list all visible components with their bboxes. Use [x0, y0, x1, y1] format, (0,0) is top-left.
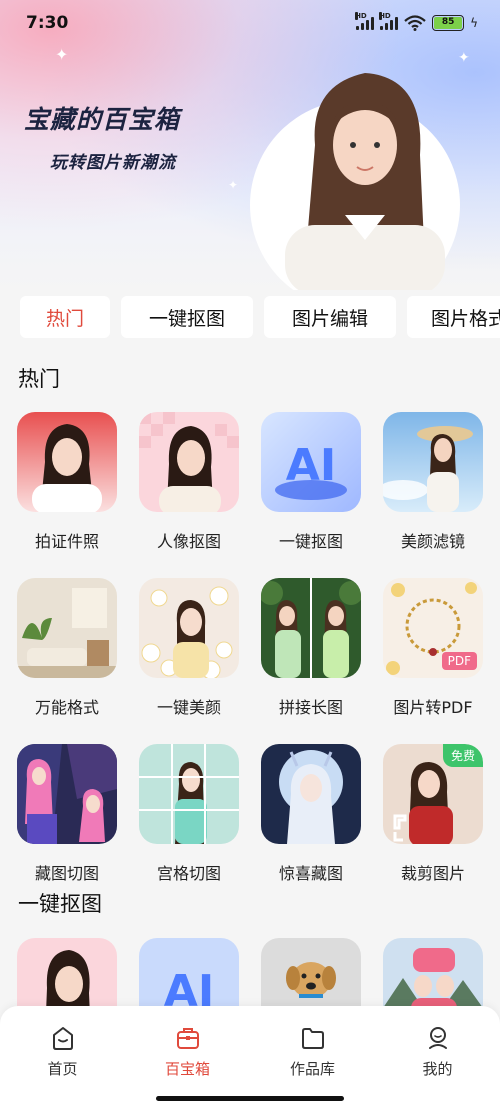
- wifi-icon: [404, 15, 426, 31]
- image-to-pdf-image: PDF: [383, 578, 483, 678]
- home-indicator[interactable]: [156, 1096, 344, 1101]
- tool-id-photo[interactable]: 拍证件照: [17, 412, 117, 552]
- one-click-beauty-image: [139, 578, 239, 678]
- tool-beauty-filter[interactable]: 美颜滤镜: [383, 412, 483, 552]
- charging-icon: ϟ: [470, 16, 478, 30]
- nav-home[interactable]: 首页: [13, 1024, 113, 1079]
- status-icons: HD HD 85 ϟ: [355, 12, 478, 31]
- tool-universal-format[interactable]: 万能格式: [17, 578, 117, 718]
- tab-edit[interactable]: 图片编辑: [264, 296, 396, 338]
- profile-icon: [428, 1027, 447, 1049]
- stitch-long-image: [261, 578, 361, 678]
- universal-format-image: [17, 578, 117, 678]
- free-badge: 免费: [442, 744, 483, 767]
- signal-icon: HD: [355, 12, 375, 30]
- signal-icon-2: HD: [379, 12, 399, 30]
- tab-cutout[interactable]: 一键抠图: [121, 296, 253, 338]
- hidden-cut-image: [17, 744, 117, 844]
- crop-image-thumb: 免费: [383, 744, 483, 844]
- battery-icon: 85: [432, 15, 465, 31]
- tool-grid-cut[interactable]: 宫格切图: [139, 744, 239, 884]
- folder-icon: [301, 1028, 324, 1049]
- surprise-hide-image: [261, 744, 361, 844]
- id-photo-image: [17, 412, 117, 512]
- tab-format[interactable]: 图片格式: [407, 296, 500, 338]
- grid-cut-image: [139, 744, 239, 844]
- nav-profile[interactable]: 我的: [388, 1024, 488, 1079]
- home-icon: [52, 1027, 73, 1050]
- status-time: 7:30: [26, 13, 69, 33]
- status-bar: 7:30 HD HD 85 ϟ: [0, 0, 500, 46]
- hero-banner: 7:30 HD HD 85 ϟ ✦ ✦ ✦ 宝藏的百宝箱 玩转图片新潮流: [0, 0, 500, 290]
- hero-portrait-image: [285, 73, 445, 290]
- sparkle-icon: ✦: [55, 45, 69, 64]
- nav-works[interactable]: 作品库: [263, 1024, 363, 1079]
- category-tabs: 热门 一键抠图 图片编辑 图片格式: [20, 296, 500, 340]
- hot-tools-grid: 拍证件照 人像抠图 AI 一键抠图 美颜滤镜 万能格式 一键美颜 拼接长图 PD…: [17, 412, 483, 884]
- ai-cutout-image: AI: [261, 412, 361, 512]
- tool-image-to-pdf[interactable]: PDF 图片转PDF: [383, 578, 483, 718]
- tool-stitch-long-image[interactable]: 拼接长图: [261, 578, 361, 718]
- sparkle-icon: ✦: [458, 50, 470, 66]
- section-title-cutout: 一键抠图: [18, 892, 102, 916]
- tool-portrait-cutout[interactable]: 人像抠图: [139, 412, 239, 552]
- tool-one-click-beauty[interactable]: 一键美颜: [139, 578, 239, 718]
- beauty-filter-image: [383, 412, 483, 512]
- tool-one-click-cutout[interactable]: AI 一键抠图: [261, 412, 361, 552]
- tab-hot[interactable]: 热门: [20, 296, 110, 338]
- section-title-hot: 热门: [18, 367, 60, 391]
- hero-title: 宝藏的百宝箱: [24, 105, 181, 134]
- tool-surprise-hide[interactable]: 惊喜藏图: [261, 744, 361, 884]
- hero-subtitle: 玩转图片新潮流: [50, 153, 176, 173]
- tool-crop-image[interactable]: 免费 裁剪图片: [383, 744, 483, 884]
- sparkle-icon: ✦: [228, 178, 239, 192]
- nav-toolbox[interactable]: 百宝箱: [138, 1024, 238, 1079]
- tool-hidden-cut[interactable]: 藏图切图: [17, 744, 117, 884]
- pdf-badge: PDF: [441, 652, 477, 670]
- toolbox-icon: [176, 1028, 199, 1049]
- portrait-cutout-image: [139, 412, 239, 512]
- svg-text:AI: AI: [286, 440, 336, 491]
